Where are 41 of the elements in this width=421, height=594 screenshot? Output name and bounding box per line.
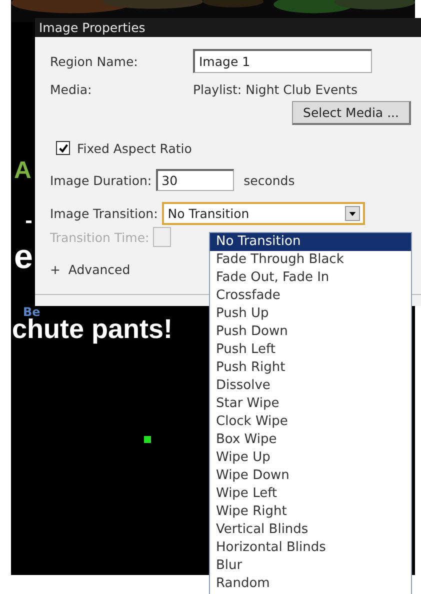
transition-dropdown[interactable]: No Transition [162,202,365,225]
dropdown-option[interactable]: No Transition [210,233,411,251]
field-label: Media: [50,82,93,96]
unit-label: seconds [244,172,295,188]
square-marker-icon [144,436,151,443]
field-label: Image Duration: [50,172,152,188]
dropdown-option[interactable]: Crossfade [210,287,411,305]
dropdown-option[interactable]: Star Wipe [210,395,411,413]
dropdown-option[interactable]: Wipe Right [210,503,411,521]
field-label: Transition Time: [50,230,150,244]
dropdown-option[interactable]: Wipe Down [210,467,411,485]
dropdown-option[interactable]: Wipe Up [210,449,411,467]
select-media-button[interactable]: Select Media ... [292,101,411,125]
checkbox-label: Fixed Aspect Ratio [77,140,192,156]
dropdown-option[interactable]: Push Down [210,323,411,341]
dropdown-option[interactable]: Random [210,575,411,593]
dropdown-option[interactable]: Push Left [210,341,411,359]
dropdown-option[interactable]: Wipe Left [210,485,411,503]
field-label: Image Transition: [50,206,158,221]
dropdown-option[interactable]: Blur [210,557,411,575]
canvas-text: - [25,212,32,232]
dropdown-option[interactable]: Horizontal Blinds [210,539,411,557]
region-name-field[interactable]: Image 1 [193,49,372,73]
advanced-toggle[interactable]: + Advanced [50,262,130,276]
checkbox[interactable] [56,141,70,155]
dropdown-option[interactable]: Box Wipe [210,431,411,449]
field-label: Region Name: [50,54,139,68]
transition-time-field[interactable] [153,227,172,247]
caret-icon [348,212,356,216]
media-value: Playlist: Night Club Events [193,82,358,96]
dropdown-option[interactable]: Fade Through Black [210,251,411,269]
dropdown-option[interactable]: Fade Out, Fade In [210,269,411,287]
canvas-text: A [14,158,32,184]
duration-field[interactable]: 30 [156,169,234,191]
dropdown-option[interactable]: Push Right [210,359,411,377]
dropdown-option[interactable]: Clock Wipe [210,413,411,431]
dialog-title: Image Properties [35,18,421,37]
dropdown-option[interactable]: Vertical Blinds [210,521,411,539]
dropdown-option[interactable]: Push Up [210,305,411,323]
dropdown-option[interactable]: Dissolve [210,377,411,395]
canvas-text: e [14,240,33,274]
